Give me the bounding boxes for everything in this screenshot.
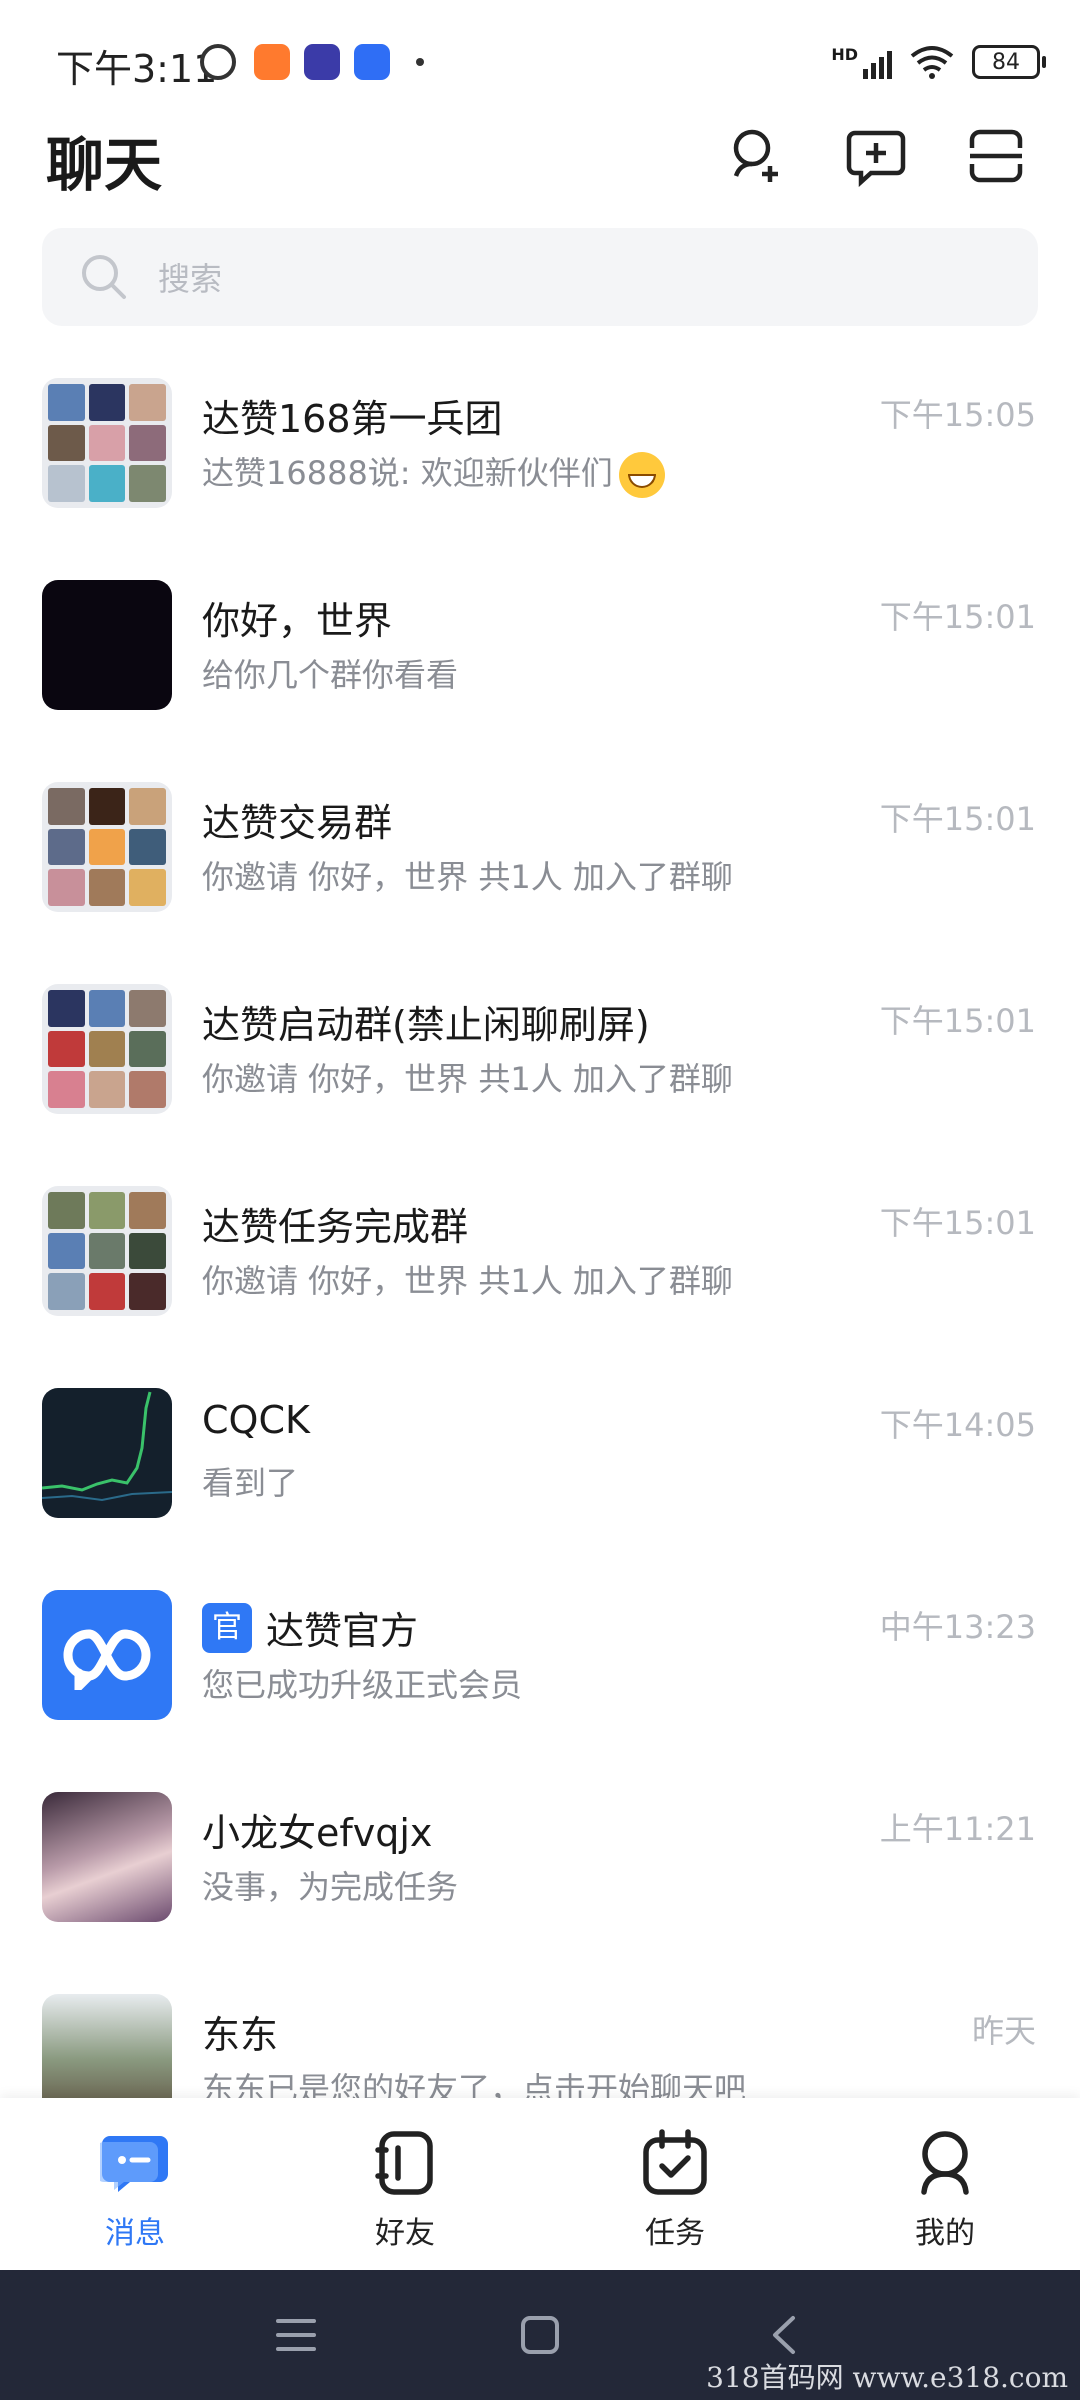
chat-name: 东东 — [202, 2013, 279, 2057]
menu-icon — [276, 2319, 316, 2351]
chat-list: 达赞168第一兵团 达赞16888说: 欢迎新伙伴们 下午15:05 你好，世界… — [0, 338, 1080, 2156]
grinning-emoji-icon — [618, 452, 665, 498]
chat-item[interactable]: 达赞启动群(禁止闲聊刷屏) 你邀请 你好，世界 共1人 加入了群聊 下午15:0… — [0, 944, 1080, 1146]
chat-preview: 你邀请 你好，世界 共1人 加入了群聊 — [202, 1060, 733, 1098]
official-avatar — [42, 1590, 172, 1720]
chat-time: 昨天 — [971, 2012, 1036, 2050]
chat-name: 达赞168第一兵团 — [202, 397, 503, 441]
chat-time: 下午15:05 — [879, 396, 1036, 434]
stock-chart-avatar — [42, 1391, 172, 1502]
status-indicators: HD 84 — [831, 42, 1046, 82]
chat-preview: 您已成功升级正式会员 — [202, 1666, 523, 1704]
group-avatar — [42, 984, 172, 1114]
chat-name: 你好，世界 — [202, 599, 393, 643]
status-bar: 下午3:11 HD 84 — [0, 0, 1080, 110]
chat-time: 下午15:01 — [879, 800, 1036, 838]
tab-label: 任务 — [645, 2216, 705, 2251]
chat-name: CQCK — [202, 1398, 310, 1442]
status-time: 下午3:11 — [56, 47, 218, 91]
scan-button[interactable] — [956, 116, 1036, 196]
chat-item[interactable]: 官达赞官方 您已成功升级正式会员 中午13:23 — [0, 1550, 1080, 1752]
group-avatar — [42, 782, 172, 912]
search-placeholder: 搜索 — [158, 260, 223, 298]
tab-tasks[interactable]: 任务 — [540, 2098, 810, 2270]
chat-time: 上午11:21 — [879, 1810, 1036, 1848]
new-chat-button[interactable] — [836, 116, 916, 196]
chat-name: 官达赞官方 — [202, 1600, 418, 1655]
chat-preview: 达赞16888说: 欢迎新伙伴们 — [202, 448, 665, 498]
app-notification-icon — [304, 44, 340, 80]
home-icon — [521, 2316, 559, 2354]
chat-item[interactable]: 你好，世界 给你几个群你看看 下午15:01 — [0, 540, 1080, 742]
chat-time: 下午15:01 — [879, 1002, 1036, 1040]
signal-icon: HD — [831, 45, 892, 79]
system-nav-bar: 318首码网 www.e318.com — [0, 2270, 1080, 2400]
avatar — [42, 580, 172, 710]
chat-time: 下午14:05 — [879, 1406, 1036, 1444]
tab-profile[interactable]: 我的 — [810, 2098, 1080, 2270]
chat-preview: 你邀请 你好，世界 共1人 加入了群聊 — [202, 1262, 733, 1300]
scan-icon — [969, 129, 1023, 183]
chat-item[interactable]: 达赞168第一兵团 达赞16888说: 欢迎新伙伴们 下午15:05 — [0, 338, 1080, 540]
battery-indicator: 84 — [972, 45, 1046, 79]
search-icon — [82, 255, 126, 299]
chat-item[interactable]: CQCK 看到了 下午14:05 — [0, 1348, 1080, 1550]
add-friend-button[interactable] — [716, 116, 796, 196]
avatar — [42, 1792, 172, 1922]
contacts-icon — [375, 2131, 433, 2195]
back-icon — [773, 2316, 795, 2354]
chat-preview: 你邀请 你好，世界 共1人 加入了群聊 — [202, 858, 733, 896]
brand-logo-icon — [63, 1629, 151, 1690]
menu-button[interactable] — [266, 2305, 326, 2365]
header: 聊天 — [0, 110, 1080, 220]
group-avatar — [42, 1186, 172, 1316]
message-icon — [100, 2136, 168, 2192]
chat-item[interactable]: 小龙女efvqjx 没事，为完成任务 上午11:21 — [0, 1752, 1080, 1954]
chat-preview: 没事，为完成任务 — [202, 1868, 459, 1906]
app-notification-icon — [354, 44, 390, 80]
chat-name: 达赞交易群 — [202, 801, 393, 845]
chat-item[interactable]: 达赞交易群 你邀请 你好，世界 共1人 加入了群聊 下午15:01 — [0, 742, 1080, 944]
chat-name: 小龙女efvqjx — [202, 1811, 433, 1855]
chat-name: 达赞任务完成群 — [202, 1205, 469, 1249]
tab-messages[interactable]: 消息 — [0, 2098, 270, 2270]
official-badge: 官 — [202, 1602, 252, 1653]
group-avatar — [42, 378, 172, 508]
bottom-nav: 消息 好友 任务 我的 — [0, 2098, 1080, 2270]
chat-preview: 给你几个群你看看 — [202, 656, 459, 694]
page-title: 聊天 — [46, 131, 163, 199]
chat-preview: 看到了 — [202, 1464, 299, 1502]
tab-label: 好友 — [375, 2216, 435, 2251]
home-button[interactable] — [510, 2305, 570, 2365]
avatar — [42, 1388, 172, 1518]
task-icon — [643, 2129, 707, 2195]
chat-time: 下午15:01 — [879, 598, 1036, 636]
new-chat-icon — [846, 130, 906, 187]
wifi-icon — [910, 46, 954, 79]
chat-item[interactable]: 达赞任务完成群 你邀请 你好，世界 共1人 加入了群聊 下午15:01 — [0, 1146, 1080, 1348]
search-input[interactable]: 搜索 — [42, 228, 1038, 326]
hd-label: HD — [831, 45, 858, 64]
watermark: 318首码网 www.e318.com — [706, 2361, 1068, 2394]
add-friend-icon — [733, 129, 778, 182]
chat-name: 达赞启动群(禁止闲聊刷屏) — [202, 1003, 650, 1047]
app-notification-icon — [254, 44, 290, 80]
tab-label: 消息 — [105, 2216, 165, 2251]
alarm-icon — [200, 44, 236, 80]
tab-contacts[interactable]: 好友 — [270, 2098, 540, 2270]
tab-label: 我的 — [915, 2216, 975, 2251]
profile-icon — [921, 2131, 969, 2195]
chat-time: 下午15:01 — [879, 1204, 1036, 1242]
more-notifications-icon — [416, 58, 424, 66]
chat-time: 中午13:23 — [879, 1608, 1036, 1646]
